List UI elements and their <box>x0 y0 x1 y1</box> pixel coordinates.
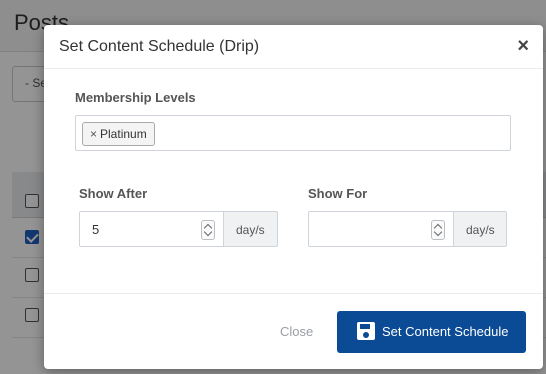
membership-tag: × Platinum <box>82 122 155 146</box>
show-for-spinner[interactable] <box>431 220 445 240</box>
set-content-schedule-button[interactable]: Set Content Schedule <box>337 311 526 353</box>
save-icon <box>357 322 375 340</box>
show-for-input[interactable] <box>308 211 453 247</box>
modal-title: Set Content Schedule (Drip) <box>59 38 260 55</box>
content-schedule-modal: Set Content Schedule (Drip) × Membership… <box>44 25 543 369</box>
membership-levels-input[interactable]: × Platinum <box>75 115 511 151</box>
show-after-spinner[interactable] <box>201 220 215 240</box>
modal-footer: Close Set Content Schedule <box>44 293 543 369</box>
show-for-label: Show For <box>308 186 368 201</box>
set-content-schedule-label: Set Content Schedule <box>382 324 509 339</box>
show-after-unit: day/s <box>223 211 278 247</box>
membership-levels-label: Membership Levels <box>75 90 196 105</box>
modal-header: Set Content Schedule (Drip) × <box>44 25 543 69</box>
show-after-input[interactable]: 5 <box>79 211 223 247</box>
close-icon[interactable]: × <box>517 36 529 56</box>
close-button[interactable]: Close <box>280 324 313 339</box>
membership-tag-label: Platinum <box>100 127 147 141</box>
show-after-label: Show After <box>79 186 148 201</box>
remove-tag-icon[interactable]: × <box>90 127 97 141</box>
show-for-unit: day/s <box>453 211 507 247</box>
show-after-value: 5 <box>92 222 100 237</box>
